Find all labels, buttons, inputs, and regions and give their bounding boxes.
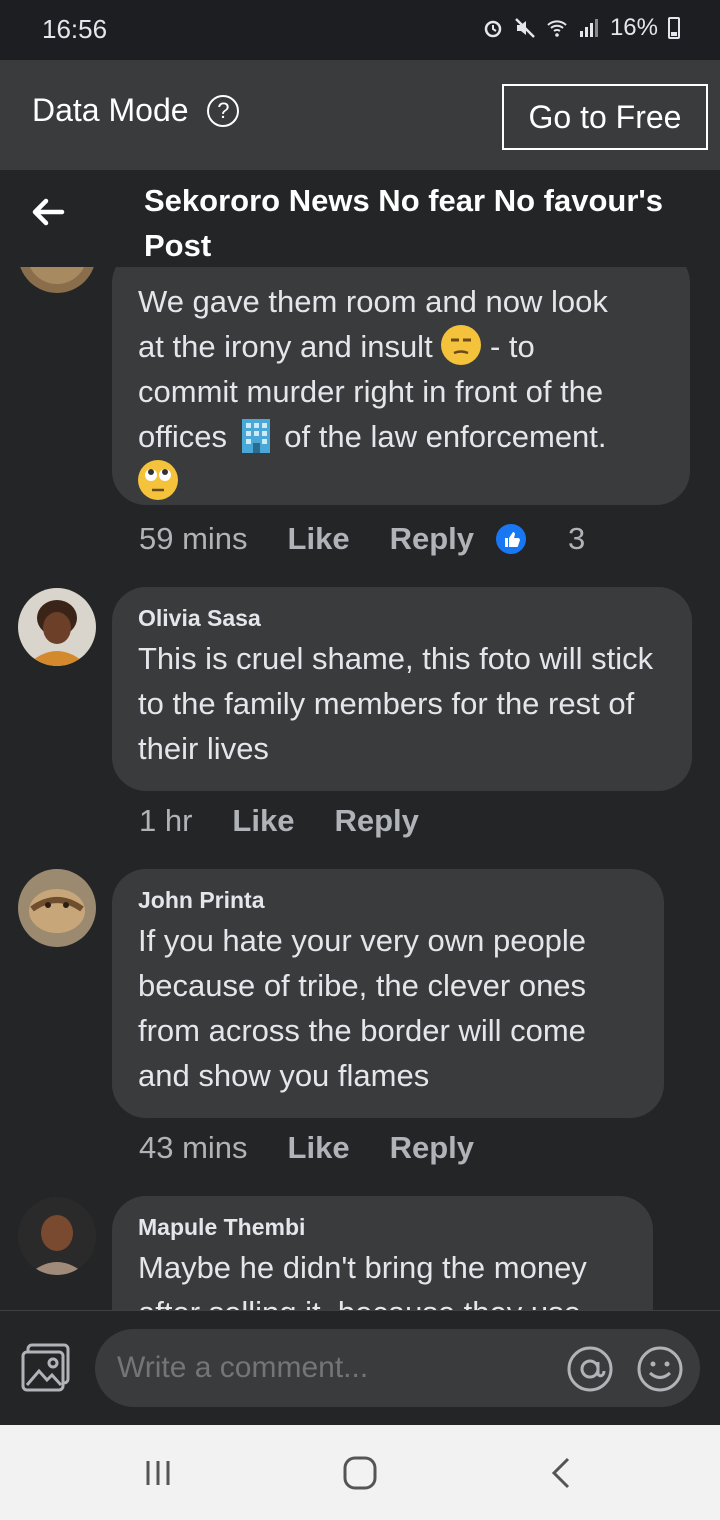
help-icon[interactable]: ?	[207, 95, 240, 127]
comment-text: If you hate your very own people because…	[138, 923, 587, 1093]
comment-time: 43 mins	[139, 1130, 248, 1165]
eye-roll-emoji-icon	[138, 460, 178, 500]
comment-actions: 1 hr Like Reply	[139, 803, 459, 839]
comment-time: 1 hr	[139, 803, 193, 838]
status-time: 16:56	[42, 14, 108, 44]
like-button[interactable]: Like	[288, 521, 350, 557]
like-reaction-icon[interactable]	[494, 522, 528, 556]
comment-composer	[0, 1310, 720, 1425]
like-button[interactable]: Like	[288, 1130, 350, 1166]
comment-bubble[interactable]: We gave them room and now look at the ir…	[112, 267, 690, 505]
battery-icon	[668, 17, 680, 39]
smile-icon[interactable]	[636, 1345, 684, 1393]
avatar[interactable]	[18, 267, 96, 293]
comment-bubble[interactable]: John Printa If you hate your very own pe…	[112, 869, 664, 1118]
arrow-left-icon[interactable]	[28, 192, 68, 232]
alarm-icon	[484, 20, 502, 38]
data-mode-bar: Data Mode ? Go to Free	[0, 60, 720, 170]
status-icons: 16%	[482, 14, 680, 42]
avatar[interactable]	[18, 869, 96, 947]
comment-author[interactable]: Olivia Sasa	[138, 605, 666, 632]
comment-text: Maybe he didn't bring the money after se…	[138, 1250, 587, 1310]
like-button[interactable]: Like	[232, 803, 294, 839]
status-bar: 16:56 16%	[0, 0, 720, 60]
comment-list[interactable]: We gave them room and now look at the ir…	[0, 267, 720, 1310]
reply-button[interactable]: Reply	[390, 521, 474, 557]
data-mode-label: Data Mode ?	[32, 92, 240, 129]
post-header: Sekororo News No fear No favour's Post	[0, 170, 720, 267]
mute-icon	[515, 18, 535, 38]
comment-author[interactable]: John Printa	[138, 887, 638, 914]
wifi-icon	[547, 20, 567, 37]
back-chevron-icon[interactable]	[542, 1453, 582, 1493]
go-to-free-button[interactable]: Go to Free	[502, 84, 708, 150]
recents-icon[interactable]	[138, 1453, 178, 1493]
comment-text: This is cruel shame, this foto will stic…	[138, 641, 654, 766]
comment-time: 59 mins	[139, 521, 248, 556]
comment-bubble[interactable]: Mapule Thembi Maybe he didn't bring the …	[112, 1196, 653, 1310]
photo-icon[interactable]	[20, 1343, 72, 1393]
comment-text: We gave them room and now look at the ir…	[138, 279, 664, 504]
reaction-count: 3	[568, 521, 586, 556]
battery-percent: 16%	[609, 14, 658, 41]
home-icon[interactable]	[340, 1453, 380, 1493]
office-building-icon	[236, 415, 276, 455]
comment-actions: 43 mins Like Reply	[139, 1130, 514, 1166]
reply-button[interactable]: Reply	[334, 803, 418, 839]
avatar[interactable]	[18, 1197, 96, 1275]
signal-icon	[579, 19, 598, 37]
at-icon[interactable]	[566, 1345, 614, 1393]
system-nav-bar	[0, 1425, 720, 1520]
unamused-emoji-icon	[441, 325, 482, 365]
page-title: Sekororo News No fear No favour's Post	[144, 183, 664, 263]
reply-button[interactable]: Reply	[390, 1130, 474, 1166]
comment-bubble[interactable]: Olivia Sasa This is cruel shame, this fo…	[112, 587, 692, 791]
comment-actions: 59 mins Like Reply 3	[139, 521, 625, 557]
avatar[interactable]	[18, 588, 96, 666]
comment-author[interactable]: Mapule Thembi	[138, 1214, 627, 1241]
